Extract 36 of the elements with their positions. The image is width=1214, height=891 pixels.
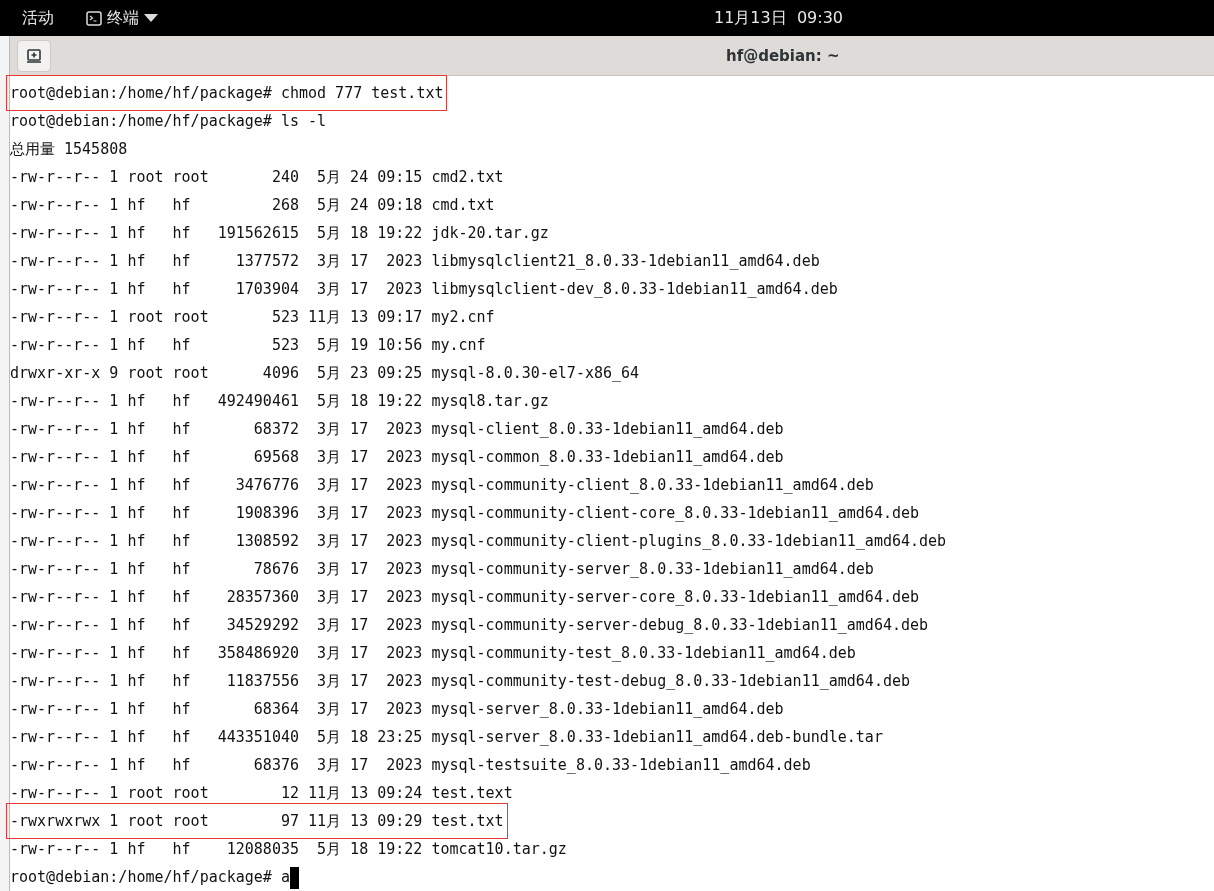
terminal-line: -rw-r--r-- 1 hf hf 1703904 3月 17 2023 libmysqlclient-dev_8.0.33-1debian11_amd64.deb bbox=[10, 279, 838, 300]
terminal-line: -rw-r--r-- 1 hf hf 69568 3月 17 2023 mysql-common_8.0.33-1debian11_amd64.deb bbox=[10, 447, 784, 468]
terminal-line: -rw-r--r-- 1 hf hf 1908396 3月 17 2023 mysql-community-client-core_8.0.33-1debian11_amd64.deb bbox=[10, 503, 920, 524]
terminal-line: -rw-r--r-- 1 hf hf 34529292 3月 17 2023 mysql-community-server-debug_8.0.33-1debian11_amd64.deb bbox=[10, 615, 929, 636]
terminal-line: -rw-r--r-- 1 hf hf 78676 3月 17 2023 mysql-community-server_8.0.33-1debian11_amd64.deb bbox=[10, 559, 874, 580]
terminal-line: -rw-r--r-- 1 root root 240 5月 24 09:15 cmd2.txt bbox=[10, 167, 504, 188]
terminal-line: -rw-r--r-- 1 hf hf 68376 3月 17 2023 mysql-testsuite_8.0.33-1debian11_amd64.deb bbox=[10, 755, 811, 776]
caret-icon bbox=[144, 14, 158, 22]
terminal-line: -rw-r--r-- 1 hf hf 3476776 3月 17 2023 mysql-community-client_8.0.33-1debian11_amd64.deb bbox=[10, 475, 874, 496]
terminal-line: -rw-r--r-- 1 hf hf 268 5月 24 09:18 cmd.txt bbox=[10, 195, 495, 216]
terminal-line: -rw-r--r-- 1 hf hf 523 5月 19 10:56 my.cnf bbox=[10, 335, 486, 356]
terminal-app-menu[interactable]: 终端 bbox=[86, 7, 158, 29]
terminal-line: -rw-r--r-- 1 hf hf 191562615 5月 18 19:22 jdk-20.tar.gz bbox=[10, 223, 549, 244]
text-cursor bbox=[289, 866, 299, 889]
terminal-line: -rw-r--r-- 1 hf hf 1377572 3月 17 2023 libmysqlclient21_8.0.33-1debian11_amd64.deb bbox=[10, 251, 820, 272]
terminal-line: drwxr-xr-x 9 root root 4096 5月 23 09:25 mysql-8.0.30-el7-x86_64 bbox=[10, 363, 640, 384]
terminal-line: -rw-r--r-- 1 hf hf 492490461 5月 18 19:22 mysql8.tar.gz bbox=[10, 391, 549, 412]
terminal-line: -rw-r--r-- 1 hf hf 68364 3月 17 2023 mysql-server_8.0.33-1debian11_amd64.deb bbox=[10, 699, 784, 720]
terminal-line: -rw-r--r-- 1 hf hf 28357360 3月 17 2023 mysql-community-server-core_8.0.33-1debian11_amd64.deb bbox=[10, 587, 920, 608]
terminal-icon bbox=[86, 10, 102, 26]
new-tab-icon bbox=[26, 47, 42, 64]
terminal-prompt: root@debian:/home/hf/package# a bbox=[10, 868, 290, 886]
activities-button[interactable]: 活动 bbox=[22, 7, 54, 29]
terminal-line: -rw-r--r-- 1 hf hf 12088035 5月 18 19:22 tomcat10.tar.gz bbox=[10, 839, 567, 860]
terminal-line: 总用量 1545808 bbox=[10, 139, 128, 160]
terminal-line: root@debian:/home/hf/package# ls -l bbox=[10, 111, 327, 132]
terminal-line: -rw-r--r-- 1 hf hf 358486920 3月 17 2023 mysql-community-test_8.0.33-1debian11_amd64.deb bbox=[10, 643, 856, 664]
terminal-line: -rw-r--r-- 1 hf hf 68372 3月 17 2023 mysql-client_8.0.33-1debian11_amd64.deb bbox=[10, 419, 784, 440]
terminal-line: -rw-r--r-- 1 hf hf 443351040 5月 18 23:25 mysql-server_8.0.33-1debian11_amd64.deb-bundle.tar bbox=[10, 727, 883, 748]
terminal-line: -rw-r--r-- 1 root root 12 11月 13 09:24 test.text bbox=[10, 783, 513, 804]
new-tab-button[interactable] bbox=[17, 39, 51, 72]
terminal-line: -rw-r--r-- 1 hf hf 1308592 3月 17 2023 mysql-community-client-plugins_8.0.33-1debian11_amd64.deb bbox=[10, 531, 947, 552]
terminal-line: -rw-r--r-- 1 hf hf 11837556 3月 17 2023 mysql-community-test-debug_8.0.33-1debian11_amd64.deb bbox=[10, 671, 910, 692]
terminal-line: -rw-r--r-- 1 root root 523 11月 13 09:17 my2.cnf bbox=[10, 307, 495, 328]
clock[interactable]: 11月13日 09:30 bbox=[714, 8, 843, 29]
window-title: hf@debian: ~ bbox=[726, 46, 840, 65]
